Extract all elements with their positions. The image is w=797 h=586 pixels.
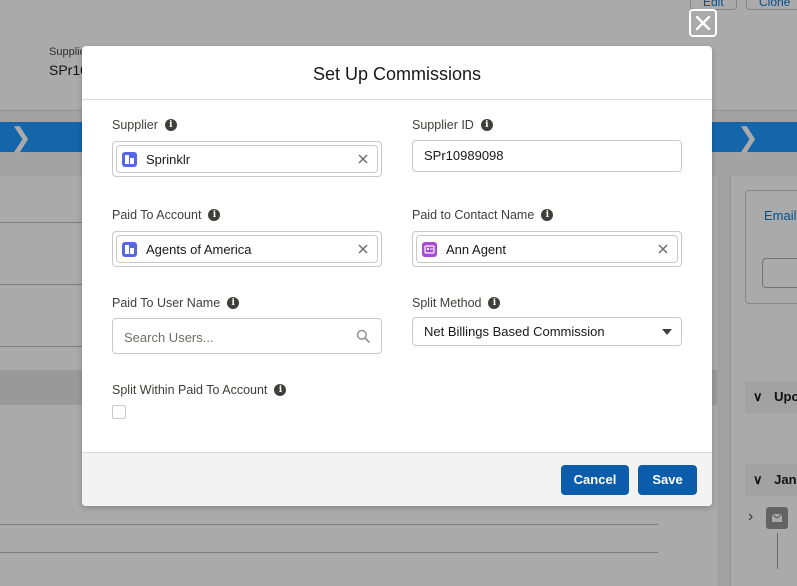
info-icon[interactable]: i — [488, 297, 501, 309]
cancel-button[interactable]: Cancel — [561, 465, 629, 495]
split-within-checkbox[interactable] — [112, 405, 126, 419]
search-users-input[interactable] — [113, 319, 356, 355]
info-icon[interactable]: i — [274, 384, 287, 396]
paid-to-account-label: Paid To Account — [112, 208, 202, 222]
supplier-id-field: Supplier ID i SPr10989098 — [412, 116, 682, 172]
modal-footer: Cancel Save — [82, 452, 712, 506]
info-icon[interactable]: i — [480, 119, 493, 131]
close-modal-button[interactable] — [689, 9, 717, 37]
paid-to-user-field: Paid To User Name i — [112, 294, 382, 355]
contact-icon — [422, 241, 437, 257]
supplier-id-label: Supplier ID — [412, 118, 474, 132]
paid-to-account-pill[interactable]: Agents of America — [116, 235, 378, 263]
remove-icon[interactable] — [657, 243, 669, 255]
split-method-value: Net Billings Based Commission — [424, 324, 605, 339]
paid-to-contact-field: Paid to Contact Name i Ann Agent — [412, 206, 682, 267]
supplier-value: Sprinklr — [146, 151, 191, 167]
remove-icon[interactable] — [357, 243, 369, 255]
modal-title: Set Up Commissions — [312, 64, 482, 84]
split-method-field: Split Method i Net Billings Based Commis… — [412, 294, 682, 346]
info-icon[interactable]: i — [227, 297, 240, 309]
split-within-label: Split Within Paid To Account — [112, 383, 268, 397]
paid-to-account-value: Agents of America — [146, 241, 252, 257]
info-icon[interactable]: i — [164, 119, 177, 131]
caret-down-icon — [662, 329, 672, 335]
supplier-lookup[interactable]: Sprinklr — [112, 141, 382, 177]
search-icon — [356, 329, 370, 343]
split-method-label: Split Method — [412, 296, 482, 310]
paid-to-contact-value: Ann Agent — [446, 241, 506, 257]
info-icon[interactable]: i — [541, 209, 554, 221]
supplier-pill[interactable]: Sprinklr — [116, 145, 378, 173]
split-method-select[interactable]: Net Billings Based Commission — [412, 317, 682, 346]
modal-header: Set Up Commissions — [82, 46, 712, 100]
account-icon — [122, 241, 137, 257]
save-button[interactable]: Save — [638, 465, 697, 495]
paid-to-contact-lookup[interactable]: Ann Agent — [412, 231, 682, 267]
supplier-label: Supplier — [112, 118, 158, 132]
close-icon — [695, 15, 711, 31]
search-users-box[interactable] — [112, 318, 382, 355]
paid-to-account-lookup[interactable]: Agents of America — [112, 231, 382, 267]
paid-to-account-field: Paid To Account i Agents of America — [112, 206, 382, 267]
set-up-commissions-modal: Set Up Commissions Supplier i Sprinklr S… — [82, 46, 712, 506]
paid-to-contact-pill[interactable]: Ann Agent — [416, 235, 678, 263]
split-within-field: Split Within Paid To Account i — [112, 381, 382, 419]
remove-icon[interactable] — [357, 153, 369, 165]
paid-to-user-label: Paid To User Name — [112, 296, 221, 310]
info-icon[interactable]: i — [208, 209, 221, 221]
supplier-id-input[interactable]: SPr10989098 — [412, 140, 682, 172]
account-icon — [122, 151, 137, 167]
supplier-field: Supplier i Sprinklr — [112, 116, 382, 177]
paid-to-contact-label: Paid to Contact Name — [412, 208, 535, 222]
